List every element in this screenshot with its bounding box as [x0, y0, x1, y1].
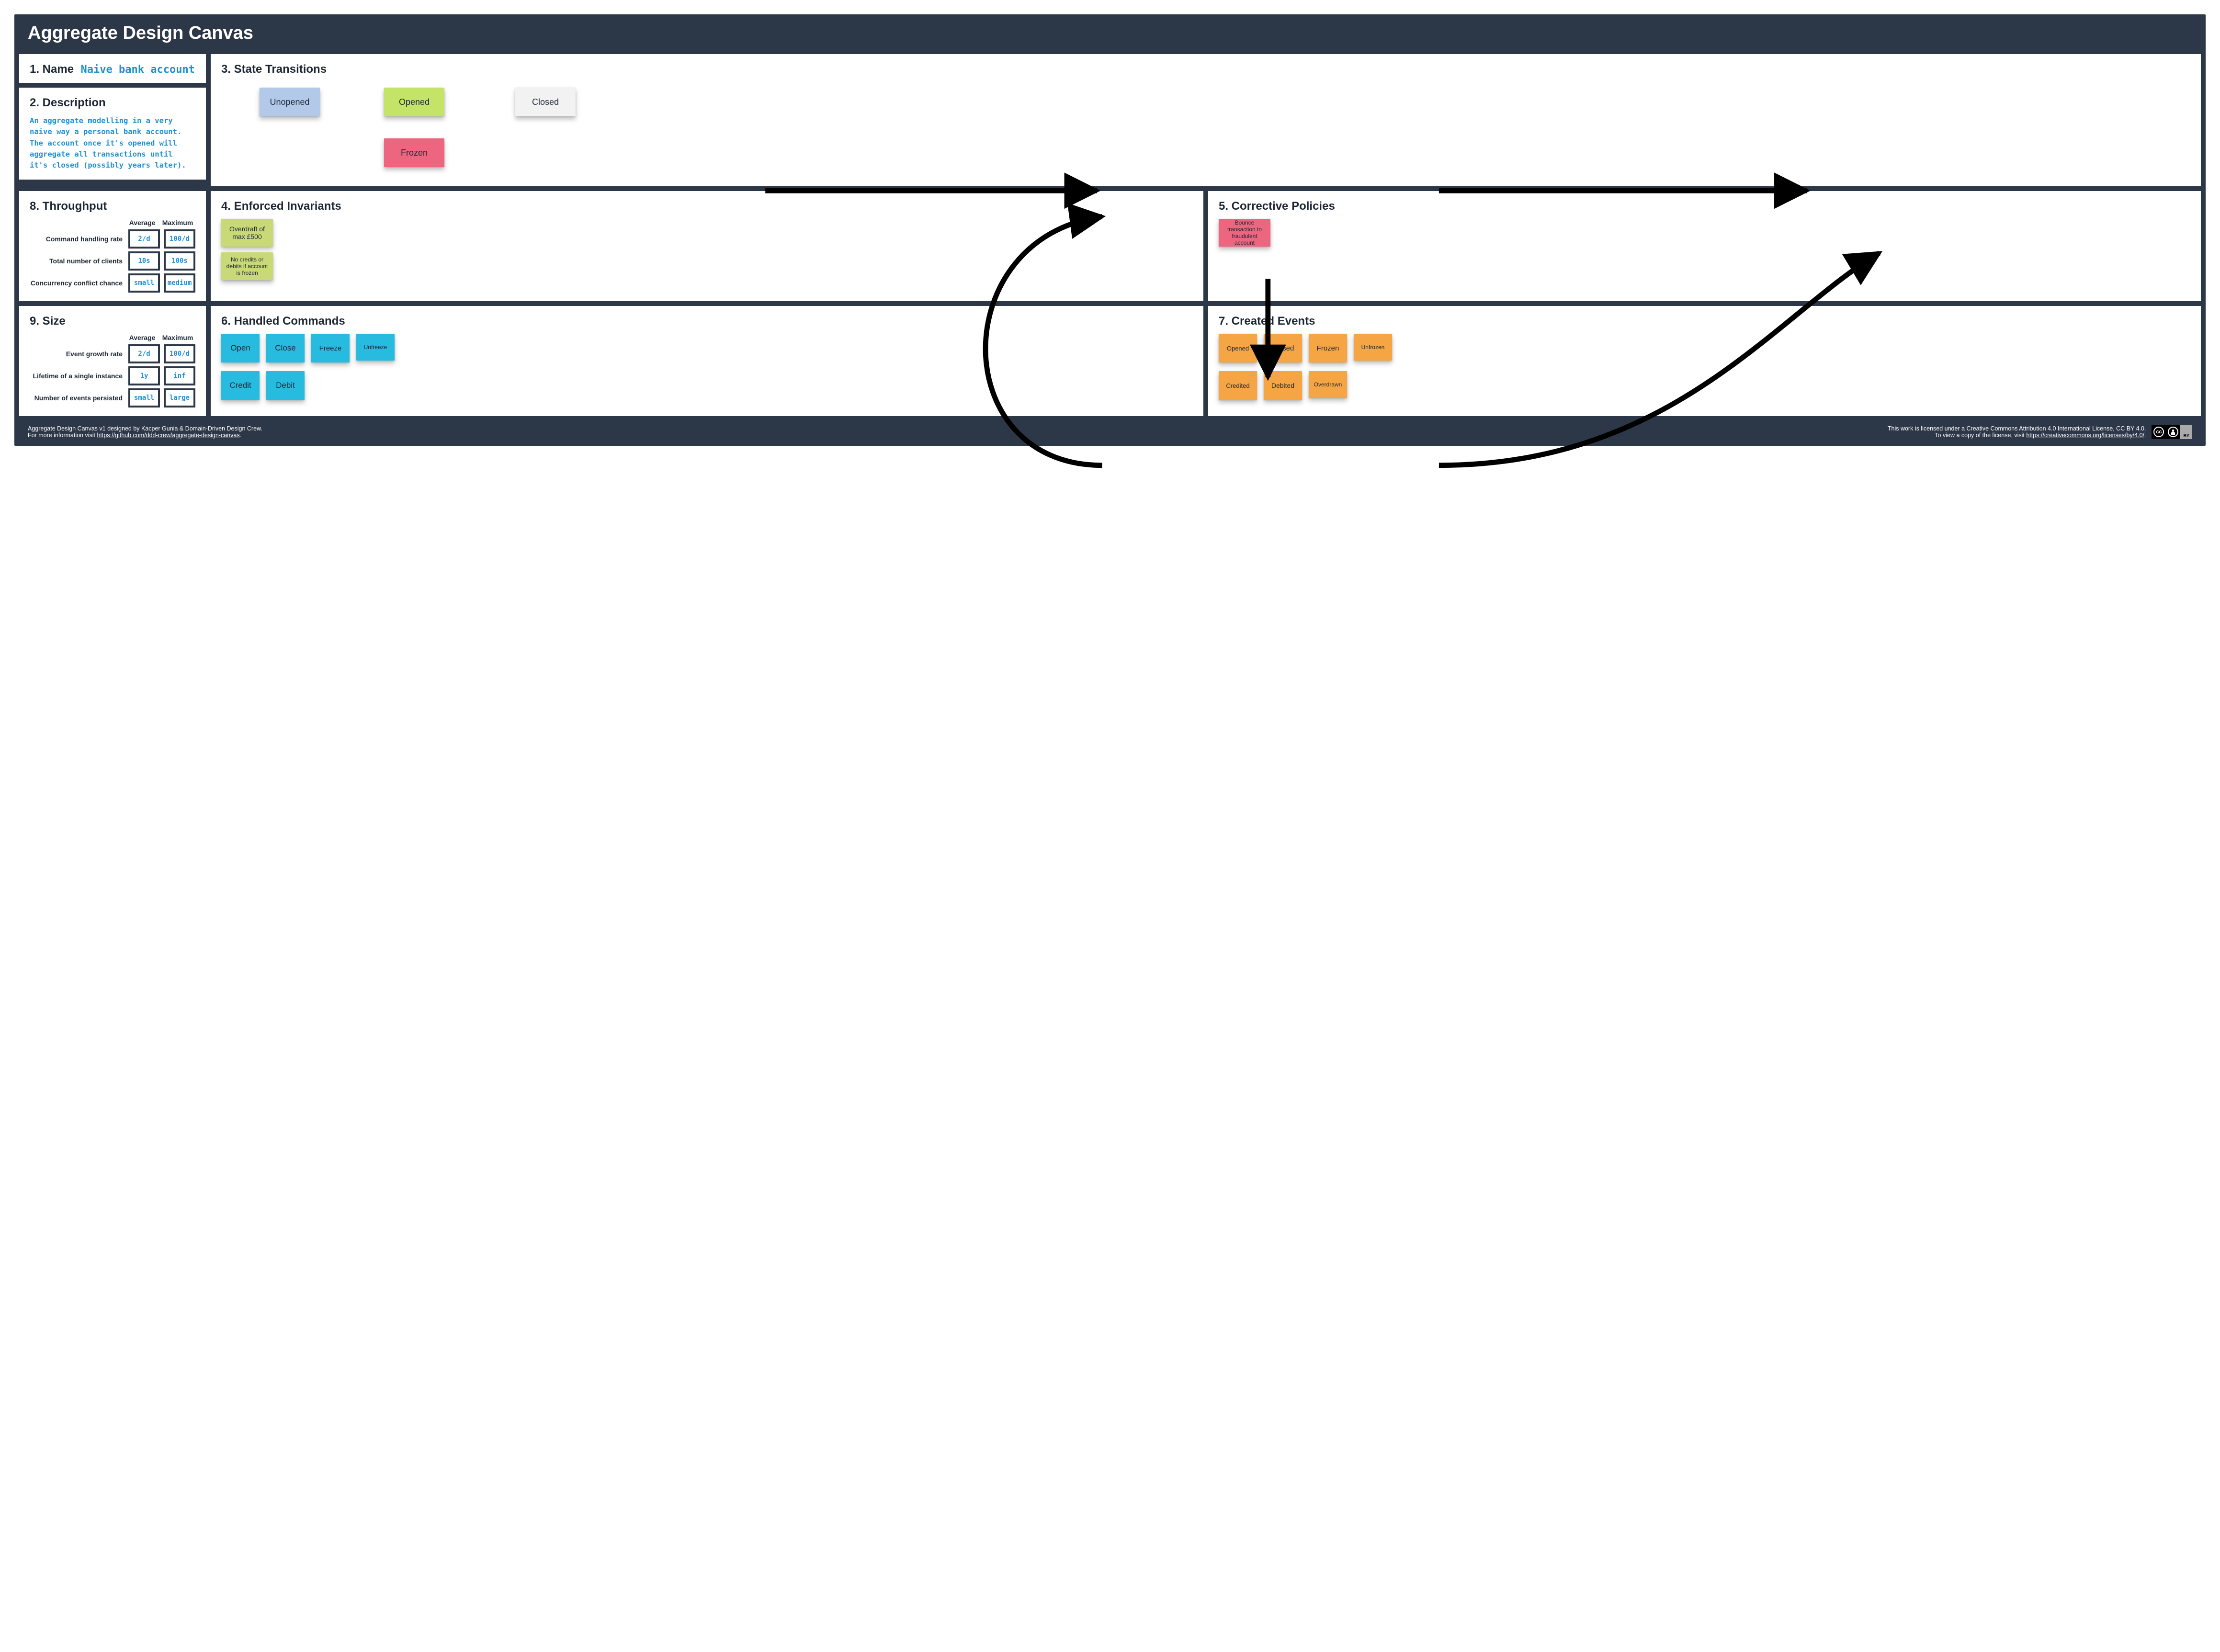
canvas-grid: 1. Name Naive bank account 2. Descriptio… [14, 54, 2206, 421]
size-row-label: Number of events persisted [30, 394, 125, 402]
size-max: inf [164, 366, 195, 385]
size-panel: 9. Size Average Maximum Event growth rat… [19, 306, 206, 416]
size-heading: 9. Size [30, 315, 195, 328]
name-heading: 1. Name [30, 63, 74, 76]
size-row-label: Lifetime of a single instance [30, 372, 125, 380]
throughput-panel: 8. Throughput Average Maximum Command ha… [19, 191, 206, 301]
name-value: Naive bank account [81, 64, 195, 76]
state-arrows [221, 82, 2190, 600]
size-row: Event growth rate 2/d 100/d [30, 344, 195, 363]
size-row: Number of events persisted small large [30, 388, 195, 407]
description-panel: 2. Description An aggregate modelling in… [19, 88, 206, 180]
throughput-max: 100/d [164, 229, 195, 249]
footer-info-prefix: For more information visit [28, 432, 97, 439]
size-avg: 1y [128, 366, 160, 385]
throughput-col-avg: Average [125, 219, 160, 226]
throughput-max: 100s [164, 251, 195, 271]
size-max: large [164, 388, 195, 407]
throughput-row: Total number of clients 10s 100s [30, 251, 195, 271]
size-col-max: Maximum [160, 334, 195, 341]
throughput-max: medium [164, 273, 195, 293]
throughput-row: Command handling rate 2/d 100/d [30, 229, 195, 249]
throughput-row-label: Total number of clients [30, 257, 125, 265]
throughput-table: Average Maximum Command handling rate 2/… [30, 219, 195, 293]
size-col-avg: Average [125, 334, 160, 341]
aggregate-design-canvas: Aggregate Design Canvas 1. Name Naive ba… [14, 14, 2206, 446]
throughput-row-label: Concurrency conflict chance [30, 279, 125, 287]
throughput-col-max: Maximum [160, 219, 195, 226]
state-diagram: Unopened Opened Closed Frozen [221, 82, 2190, 178]
state-opened: Opened [384, 88, 444, 116]
size-table: Average Maximum Event growth rate 2/d 10… [30, 334, 195, 407]
canvas-title: Aggregate Design Canvas [14, 14, 2206, 54]
size-max: 100/d [164, 344, 195, 363]
throughput-avg: small [128, 273, 160, 293]
throughput-avg: 2/d [128, 229, 160, 249]
throughput-heading: 8. Throughput [30, 200, 195, 213]
throughput-row-label: Command handling rate [30, 235, 125, 243]
size-avg: small [128, 388, 160, 407]
name-desc-column: 1. Name Naive bank account 2. Descriptio… [19, 54, 206, 186]
state-closed: Closed [515, 88, 576, 116]
state-frozen: Frozen [384, 138, 444, 167]
description-text: An aggregate modelling in a very naive w… [30, 115, 195, 171]
state-transitions-panel: 3. State Transitions [211, 54, 2201, 186]
throughput-row: Concurrency conflict chance small medium [30, 273, 195, 293]
state-unopened: Unopened [260, 88, 320, 116]
size-row: Lifetime of a single instance 1y inf [30, 366, 195, 385]
size-row-label: Event growth rate [30, 350, 125, 358]
size-avg: 2/d [128, 344, 160, 363]
footer-repo-link[interactable]: https://github.com/ddd-crew/aggregate-de… [97, 432, 239, 439]
state-transitions-heading: 3. State Transitions [221, 63, 2190, 76]
name-panel: 1. Name Naive bank account [19, 54, 206, 83]
description-heading: 2. Description [30, 96, 195, 110]
throughput-avg: 10s [128, 251, 160, 271]
